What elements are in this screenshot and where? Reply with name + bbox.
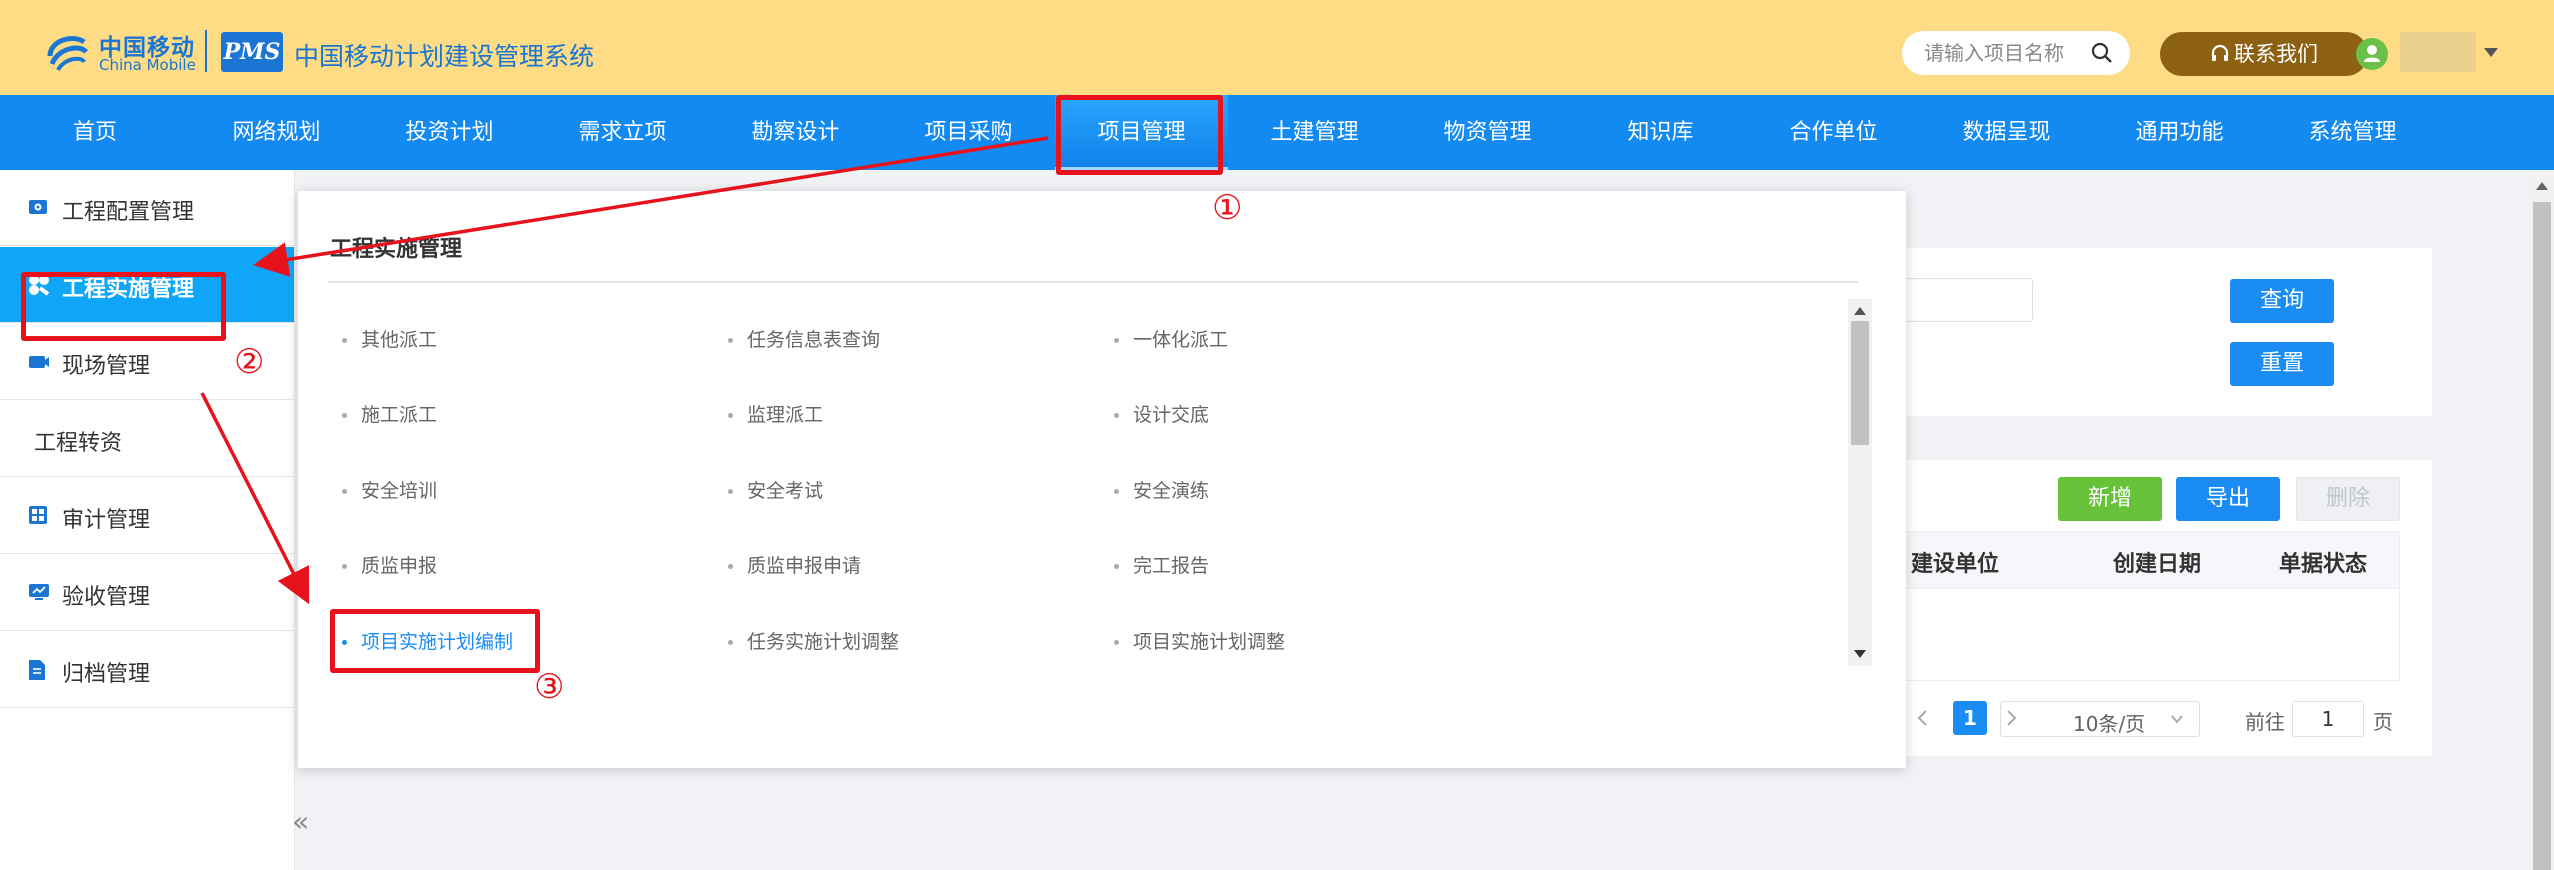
- annotation-arrow-1: [253, 136, 1049, 277]
- annotation-arrows: [200, 136, 1049, 605]
- annotation-arrow-2: [200, 392, 310, 605]
